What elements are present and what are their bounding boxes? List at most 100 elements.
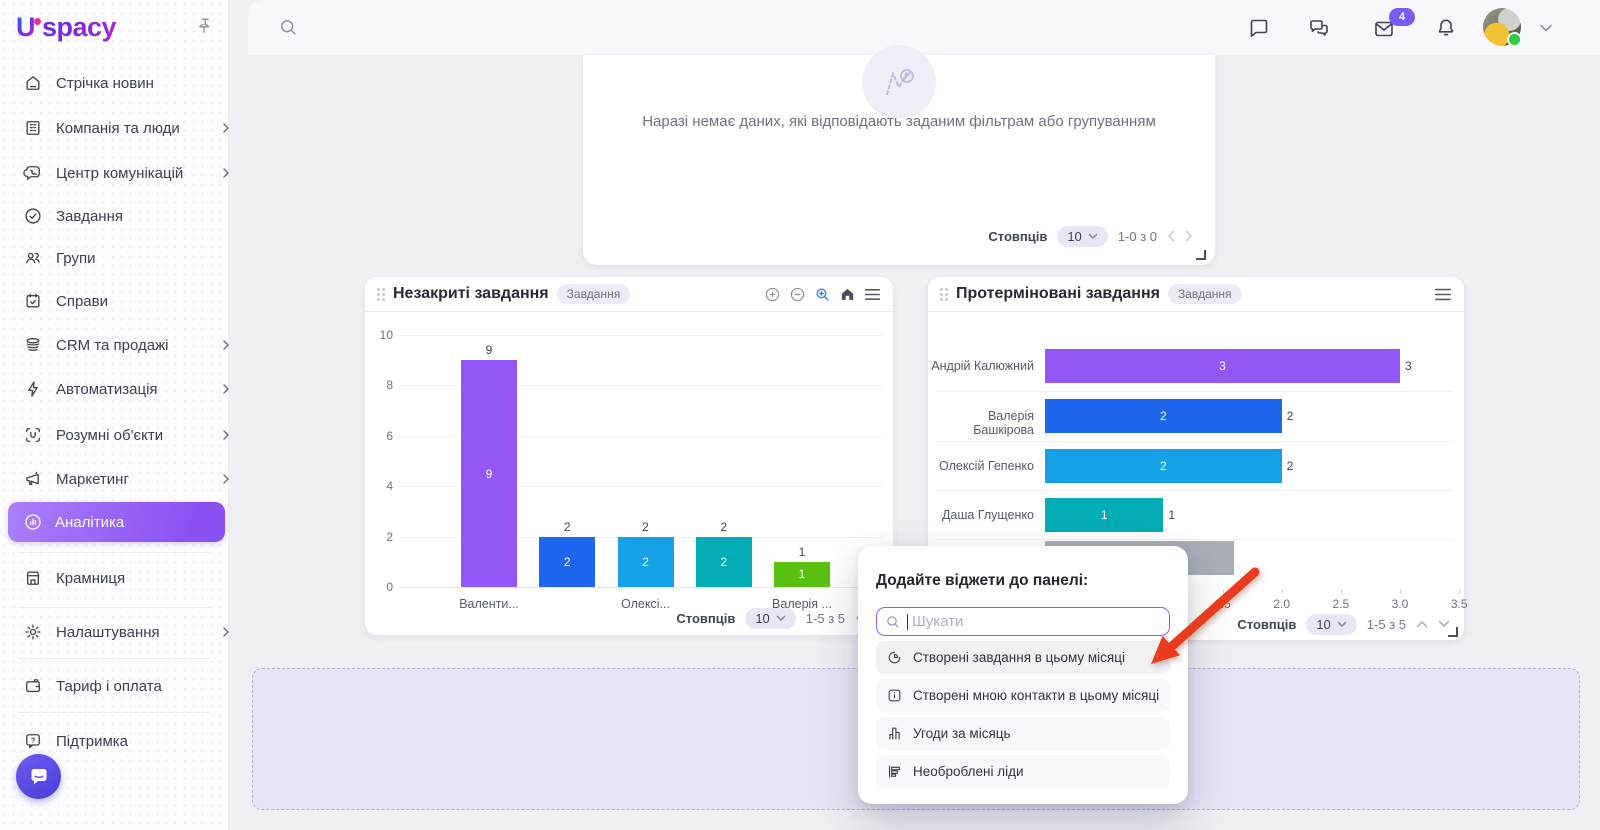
widget-search-input[interactable]	[910, 612, 1161, 631]
gridline	[399, 587, 883, 588]
smart-objects-icon	[23, 425, 43, 445]
drag-handle-icon[interactable]	[377, 288, 385, 301]
sidebar-item-tasks[interactable]: Завдання	[0, 196, 250, 236]
bar-value-label: 2	[539, 520, 595, 534]
sidebar-item-label: Справи	[56, 293, 108, 310]
chevron-right-icon	[220, 339, 232, 351]
page-size-select[interactable]: 10	[745, 608, 795, 629]
widget-title: Протерміновані завдання	[956, 285, 1160, 303]
sidebar-item-feed[interactable]: Стрічка новин	[0, 63, 250, 103]
sidebar-item-label: Автоматизація	[56, 381, 158, 398]
home-reset-icon[interactable]	[839, 286, 856, 303]
widget-menu-icon[interactable]	[864, 287, 881, 302]
sidebar-divider	[18, 607, 210, 608]
widget-option-deals-month[interactable]: Угоди за місяць	[876, 717, 1170, 750]
y-axis-tick-label: 8	[371, 378, 393, 392]
bar-value-label: 1	[1168, 508, 1175, 522]
sidebar-item-comm-center[interactable]: Центр комунікацій	[0, 153, 250, 193]
prev-page-icon[interactable]	[1167, 230, 1175, 242]
zoom-select-icon[interactable]	[814, 286, 831, 303]
bar-value-label-inside: 2	[696, 555, 752, 569]
sidebar-item-store[interactable]: Крамниця	[0, 558, 250, 598]
bar-value-label: 1	[774, 545, 830, 559]
profile-chevron-down-icon[interactable]	[1538, 22, 1554, 34]
row-separator	[936, 391, 1454, 392]
groups-icon	[23, 248, 43, 268]
sidebar-item-settings[interactable]: Налаштування	[0, 612, 250, 652]
sidebar-item-groups[interactable]: Групи	[0, 238, 250, 278]
resize-handle[interactable]	[1448, 627, 1458, 637]
widget-option-created-tasks[interactable]: Створені завдання в цьому місяці	[876, 641, 1170, 674]
row-separator	[936, 539, 1454, 540]
widget-search-box[interactable]	[876, 607, 1170, 636]
comment-icon[interactable]	[1247, 16, 1271, 40]
info-card-icon	[886, 687, 903, 704]
next-page-icon[interactable]	[1185, 230, 1193, 242]
widget-option-created-contacts[interactable]: Створені мною контакти в цьому місяці	[876, 679, 1170, 712]
widget-option-label: Створені мною контакти в цьому місяці	[913, 688, 1159, 703]
sidebar-divider	[18, 712, 210, 713]
group-chat-icon[interactable]	[1307, 16, 1331, 40]
pin-icon[interactable]	[194, 16, 214, 36]
widget-option-label: Угоди за місяць	[913, 726, 1011, 741]
online-status-dot	[1507, 32, 1522, 47]
sidebar-item-company[interactable]: Компанія та люди	[0, 108, 250, 148]
row-separator	[936, 441, 1454, 442]
sidebar-item-label: Стрічка новин	[56, 75, 154, 92]
sidebar-item-label: Тариф і оплата	[56, 678, 162, 695]
x-axis-tickmark	[1282, 589, 1283, 594]
uspacy-logo[interactable]: Uspacy	[16, 12, 116, 43]
zoom-in-icon[interactable]	[764, 286, 781, 303]
sidebar-item-label: Компанія та люди	[56, 120, 180, 137]
page-size-select[interactable]: 10	[1306, 614, 1356, 635]
bar-value-label-inside: 2	[618, 555, 674, 569]
sidebar-item-calendar[interactable]: Справи	[0, 281, 250, 321]
prev-page-icon[interactable]	[1416, 620, 1428, 628]
automation-icon	[23, 379, 43, 399]
empty-report-widget: Наразі немає даних, які відповідають зад…	[583, 55, 1215, 265]
chevron-right-icon	[220, 473, 232, 485]
resize-handle[interactable]	[1196, 250, 1206, 260]
sidebar-item-automation[interactable]: Автоматизація	[0, 369, 250, 409]
logo-text: spacy	[42, 12, 116, 43]
y-axis-tick-label: 6	[371, 429, 393, 443]
crm-icon	[23, 335, 43, 355]
zoom-out-icon[interactable]	[789, 286, 806, 303]
widget-tag: Завдання	[557, 284, 631, 304]
search-icon[interactable]	[278, 17, 299, 38]
bar-value-label-inside: 2	[539, 555, 595, 569]
sidebar-item-analytics[interactable]: Аналітика	[8, 502, 225, 542]
y-axis-tick-label: 4	[371, 479, 393, 493]
sidebar-item-marketing[interactable]: Маркетинг	[0, 459, 250, 499]
sidebar-item-label: Маркетинг	[56, 471, 129, 488]
text-caret	[907, 614, 908, 630]
sidebar-item-smart-objects[interactable]: Розумні об'єкти	[0, 415, 250, 455]
sidebar-item-label: Розумні об'єкти	[56, 427, 163, 444]
x-axis-tick-label: 2.5	[1323, 597, 1359, 611]
page-size-value: 10	[1067, 229, 1081, 244]
category-label: Олексій Гепенко	[928, 459, 1034, 473]
row-separator	[936, 490, 1454, 491]
sidebar-item-billing[interactable]: Тариф і оплата	[0, 666, 250, 706]
bar-value-label-inside: 1	[1045, 508, 1163, 522]
range-label: 1-5 з 5	[806, 611, 845, 626]
widget-menu-icon[interactable]	[1434, 287, 1452, 302]
bell-icon[interactable]	[1434, 16, 1458, 40]
chevron-right-icon	[220, 383, 232, 395]
drag-handle-icon[interactable]	[940, 288, 948, 301]
support-chat-launcher[interactable]	[16, 754, 61, 799]
svg-text:?: ?	[31, 735, 36, 744]
sidebar-item-label: Аналітика	[55, 514, 124, 531]
logo-u: U	[16, 12, 35, 43]
sidebar-item-label: Групи	[56, 250, 95, 267]
page-size-select[interactable]: 10	[1057, 226, 1107, 247]
tasks-icon	[23, 206, 43, 226]
avatar[interactable]	[1483, 8, 1521, 46]
sidebar-item-crm[interactable]: CRM та продажі	[0, 325, 250, 365]
widget-tag: Завдання	[1168, 284, 1242, 304]
pagination: Стовпців 10 1-5 з 5	[676, 605, 881, 631]
widget-option-unprocessed-leads[interactable]: Необроблені ліди	[876, 755, 1170, 788]
page-size-value: 10	[755, 611, 769, 626]
billing-icon	[23, 676, 43, 696]
sidebar-item-label: Завдання	[56, 208, 123, 225]
